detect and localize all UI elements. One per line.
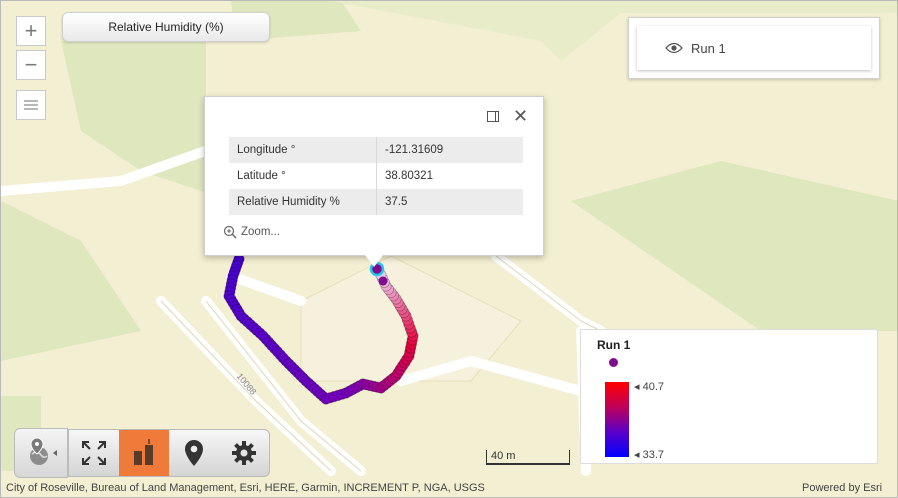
popup-pointer <box>365 255 383 267</box>
run-label: Run 1 <box>691 40 726 56</box>
table-row: Longitude ° -121.31609 <box>229 137 523 163</box>
legend-max-tick: ◂ 40.7 <box>634 381 664 393</box>
table-row: Relative Humidity % 37.5 <box>229 189 523 215</box>
attribute-key: Latitude ° <box>229 163 377 189</box>
map-attribution: City of Roseville, Bureau of Land Manage… <box>6 482 485 494</box>
color-ramp <box>605 382 629 457</box>
layers-button[interactable] <box>16 90 46 120</box>
attribute-value: 38.80321 <box>385 170 433 182</box>
basemap-toggle-button[interactable] <box>14 428 68 478</box>
bar-chart-icon <box>134 439 153 465</box>
legend-min: 33.7 <box>642 449 664 461</box>
settings-button[interactable] <box>219 430 269 476</box>
legend-min-tick: ◂ 33.7 <box>634 449 664 461</box>
attribute-value: 37.5 <box>376 189 523 215</box>
zoom-out-button[interactable]: − <box>16 50 46 80</box>
attribute-value: -121.31609 <box>376 137 523 163</box>
attribute-key: Longitude ° <box>229 137 377 163</box>
run-item[interactable]: Run 1 <box>637 26 871 70</box>
list-icon <box>24 100 38 110</box>
scale-label: 40 m <box>491 450 516 462</box>
zoom-in-button[interactable]: + <box>16 16 46 46</box>
bottom-toolbar <box>14 428 270 478</box>
fullscreen-button[interactable] <box>69 430 119 476</box>
chart-button[interactable] <box>119 430 169 476</box>
runs-panel: Run 1 <box>628 17 880 79</box>
zoom-label: Zoom... <box>241 226 280 238</box>
dock-icon[interactable] <box>487 111 499 122</box>
track-point[interactable] <box>378 276 388 286</box>
legend-symbol <box>609 358 618 367</box>
zoom-link[interactable]: Zoom... <box>223 225 280 239</box>
legend-panel: Run 1 ◂ 40.7 ◂ 33.7 <box>580 329 878 464</box>
eye-icon[interactable] <box>665 42 683 54</box>
legend-max: 40.7 <box>642 381 664 393</box>
table-row: Latitude ° 38.80321 <box>229 163 523 189</box>
location-pin-icon <box>185 440 203 466</box>
globe-pin-icon <box>30 437 57 465</box>
gear-icon <box>232 441 256 465</box>
fullscreen-icon <box>82 441 106 465</box>
powered-by: Powered by Esri <box>802 482 883 494</box>
layer-title[interactable]: Relative Humidity (%) <box>62 12 270 42</box>
legend-title: Run 1 <box>597 338 631 352</box>
zoom-icon <box>223 225 237 239</box>
close-icon[interactable]: ✕ <box>513 107 528 125</box>
tool-group <box>68 429 270 477</box>
scale-bar: 40 m <box>486 450 570 465</box>
attribute-key: Relative Humidity % <box>229 189 377 215</box>
attribute-table: Longitude ° -121.31609 Latitude ° 38.803… <box>229 137 523 215</box>
info-popup: ✕ Longitude ° -121.31609 Latitude ° 38.8… <box>204 96 544 256</box>
location-button[interactable] <box>169 430 219 476</box>
